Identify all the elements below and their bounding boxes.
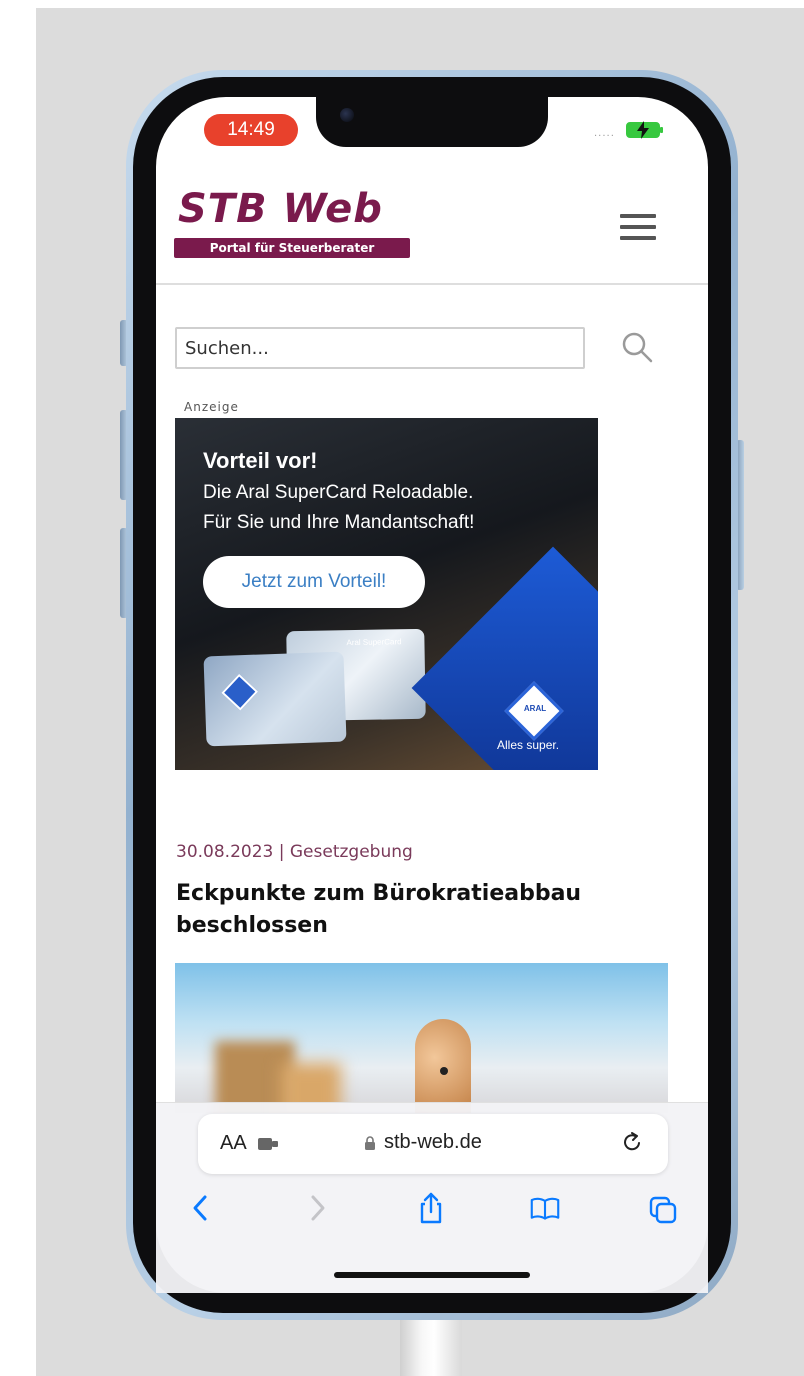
forward-icon[interactable] xyxy=(302,1192,332,1224)
article-meta: 30.08.2023 | Gesetzgebung xyxy=(176,842,413,862)
battery-icon xyxy=(626,121,663,139)
stamp-image xyxy=(415,1019,471,1113)
stamp-dot xyxy=(440,1067,448,1075)
ad-cta-button[interactable]: Jetzt zum Vorteil! xyxy=(203,556,425,608)
bookmarks-icon[interactable] xyxy=(530,1192,560,1224)
notch xyxy=(316,97,548,147)
reload-icon[interactable] xyxy=(620,1130,644,1154)
cellular-signal-icon: ..... xyxy=(594,128,615,139)
site-logo-title[interactable]: STB Web xyxy=(178,186,383,232)
ad-brand-text: ARAL xyxy=(523,704,547,713)
share-icon[interactable] xyxy=(416,1192,446,1224)
ad-banner[interactable]: Vorteil vor! Die Aral SuperCard Reloadab… xyxy=(175,418,598,770)
ad-blue-shape xyxy=(411,546,598,770)
url-text[interactable]: stb-web.de xyxy=(384,1131,482,1154)
lock-icon xyxy=(365,1136,375,1150)
ad-card-image xyxy=(203,651,347,747)
ad-label: Anzeige xyxy=(184,400,239,414)
front-camera xyxy=(340,108,354,122)
search-icon[interactable] xyxy=(620,330,654,364)
extension-icon[interactable] xyxy=(258,1136,280,1152)
header-divider xyxy=(156,283,708,285)
ad-card-label: Aral SuperCard xyxy=(346,637,402,648)
tabs-icon[interactable] xyxy=(648,1192,678,1224)
status-time: 14:49 xyxy=(204,114,298,146)
ad-line-1: Die Aral SuperCard Reloadable. xyxy=(203,482,474,503)
ad-line-2: Für Sie und Ihre Mandantschaft! xyxy=(203,512,475,533)
card-logo-icon xyxy=(221,673,259,711)
site-logo-subtitle: Portal für Steuerberater xyxy=(174,238,410,258)
left-margin xyxy=(0,8,36,1248)
charging-bolt-icon xyxy=(637,121,649,139)
article-image[interactable] xyxy=(175,963,668,1113)
ad-slogan: Alles super. xyxy=(497,738,560,752)
article-title[interactable]: Eckpunkte zum Bürokratieabbau beschlosse… xyxy=(176,878,646,942)
home-indicator[interactable] xyxy=(334,1272,530,1278)
menu-icon[interactable] xyxy=(620,214,656,240)
ad-headline: Vorteil vor! xyxy=(203,448,318,473)
search-input[interactable] xyxy=(175,327,585,369)
back-icon[interactable] xyxy=(186,1192,216,1224)
text-size-button[interactable]: AA xyxy=(220,1132,247,1155)
